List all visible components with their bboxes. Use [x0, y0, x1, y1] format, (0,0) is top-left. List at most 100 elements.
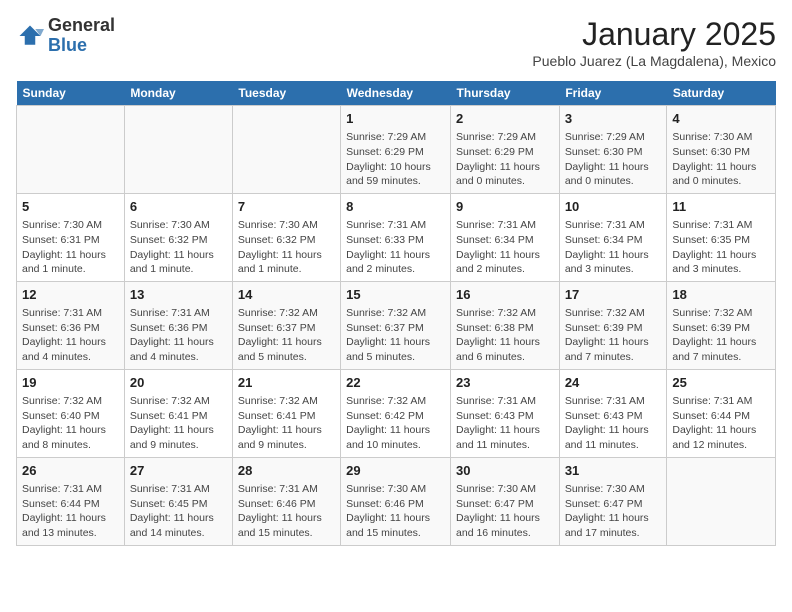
calendar-cell: 26 Sunrise: 7:31 AM Sunset: 6:44 PM Dayli… — [17, 457, 125, 545]
calendar-cell: 17 Sunrise: 7:32 AM Sunset: 6:39 PM Dayli… — [559, 281, 667, 369]
day-info: Sunrise: 7:30 AM Sunset: 6:47 PM Dayligh… — [565, 482, 662, 541]
day-info: Sunrise: 7:31 AM Sunset: 6:44 PM Dayligh… — [672, 394, 770, 453]
calendar-week: 26 Sunrise: 7:31 AM Sunset: 6:44 PM Dayli… — [17, 457, 776, 545]
day-info: Sunrise: 7:31 AM Sunset: 6:46 PM Dayligh… — [238, 482, 335, 541]
day-info: Sunrise: 7:31 AM Sunset: 6:33 PM Dayligh… — [346, 218, 445, 277]
day-info: Sunrise: 7:32 AM Sunset: 6:40 PM Dayligh… — [22, 394, 119, 453]
calendar-cell: 6 Sunrise: 7:30 AM Sunset: 6:32 PM Daylig… — [124, 193, 232, 281]
day-info: Sunrise: 7:32 AM Sunset: 6:37 PM Dayligh… — [238, 306, 335, 365]
calendar-cell: 29 Sunrise: 7:30 AM Sunset: 6:46 PM Dayli… — [341, 457, 451, 545]
day-info: Sunrise: 7:31 AM Sunset: 6:45 PM Dayligh… — [130, 482, 227, 541]
day-number: 14 — [238, 286, 335, 304]
logo-general: General — [48, 16, 115, 36]
day-number: 20 — [130, 374, 227, 392]
day-number: 31 — [565, 462, 662, 480]
calendar-cell: 9 Sunrise: 7:31 AM Sunset: 6:34 PM Daylig… — [451, 193, 560, 281]
day-info: Sunrise: 7:32 AM Sunset: 6:41 PM Dayligh… — [238, 394, 335, 453]
day-info: Sunrise: 7:30 AM Sunset: 6:47 PM Dayligh… — [456, 482, 554, 541]
day-number: 3 — [565, 110, 662, 128]
day-info: Sunrise: 7:31 AM Sunset: 6:44 PM Dayligh… — [22, 482, 119, 541]
day-number: 10 — [565, 198, 662, 216]
day-info: Sunrise: 7:29 AM Sunset: 6:29 PM Dayligh… — [346, 130, 445, 189]
calendar-subtitle: Pueblo Juarez (La Magdalena), Mexico — [532, 53, 776, 69]
calendar-cell: 25Sunrise: 7:31 AM Sunset: 6:44 PM Dayli… — [667, 369, 776, 457]
calendar-cell: 18 Sunrise: 7:32 AM Sunset: 6:39 PM Dayli… — [667, 281, 776, 369]
day-info: Sunrise: 7:31 AM Sunset: 6:43 PM Dayligh… — [565, 394, 662, 453]
calendar-cell: 11Sunrise: 7:31 AM Sunset: 6:35 PM Dayli… — [667, 193, 776, 281]
day-number: 26 — [22, 462, 119, 480]
day-info: Sunrise: 7:32 AM Sunset: 6:39 PM Dayligh… — [565, 306, 662, 365]
day-number: 29 — [346, 462, 445, 480]
calendar-cell: 23 Sunrise: 7:31 AM Sunset: 6:43 PM Dayli… — [451, 369, 560, 457]
day-info: Sunrise: 7:29 AM Sunset: 6:29 PM Dayligh… — [456, 130, 554, 189]
day-number: 22 — [346, 374, 445, 392]
header-day: Saturday — [667, 81, 776, 106]
day-number: 17 — [565, 286, 662, 304]
calendar-cell: 12Sunrise: 7:31 AM Sunset: 6:36 PM Dayli… — [17, 281, 125, 369]
header-day: Monday — [124, 81, 232, 106]
day-number: 9 — [456, 198, 554, 216]
page-header: General Blue January 2025 Pueblo Juarez … — [16, 16, 776, 69]
calendar-cell — [124, 106, 232, 194]
day-info: Sunrise: 7:32 AM Sunset: 6:42 PM Dayligh… — [346, 394, 445, 453]
day-number: 23 — [456, 374, 554, 392]
title-block: January 2025 Pueblo Juarez (La Magdalena… — [532, 16, 776, 69]
day-info: Sunrise: 7:31 AM Sunset: 6:34 PM Dayligh… — [456, 218, 554, 277]
day-number: 27 — [130, 462, 227, 480]
calendar-cell: 21 Sunrise: 7:32 AM Sunset: 6:41 PM Dayli… — [232, 369, 340, 457]
day-number: 16 — [456, 286, 554, 304]
day-number: 8 — [346, 198, 445, 216]
logo-icon — [16, 22, 44, 50]
day-info: Sunrise: 7:31 AM Sunset: 6:43 PM Dayligh… — [456, 394, 554, 453]
day-info: Sunrise: 7:30 AM Sunset: 6:32 PM Dayligh… — [238, 218, 335, 277]
calendar-cell: 2Sunrise: 7:29 AM Sunset: 6:29 PM Daylig… — [451, 106, 560, 194]
day-info: Sunrise: 7:31 AM Sunset: 6:36 PM Dayligh… — [22, 306, 119, 365]
calendar-cell: 13 Sunrise: 7:31 AM Sunset: 6:36 PM Dayli… — [124, 281, 232, 369]
calendar-cell: 5 Sunrise: 7:30 AM Sunset: 6:31 PM Daylig… — [17, 193, 125, 281]
day-number: 30 — [456, 462, 554, 480]
day-info: Sunrise: 7:32 AM Sunset: 6:37 PM Dayligh… — [346, 306, 445, 365]
day-number: 4 — [672, 110, 770, 128]
logo-blue: Blue — [48, 36, 115, 56]
day-number: 6 — [130, 198, 227, 216]
day-info: Sunrise: 7:29 AM Sunset: 6:30 PM Dayligh… — [565, 130, 662, 189]
calendar-cell: 7Sunrise: 7:30 AM Sunset: 6:32 PM Daylig… — [232, 193, 340, 281]
day-info: Sunrise: 7:30 AM Sunset: 6:31 PM Dayligh… — [22, 218, 119, 277]
calendar-cell: 1 Sunrise: 7:29 AM Sunset: 6:29 PM Daylig… — [341, 106, 451, 194]
day-info: Sunrise: 7:30 AM Sunset: 6:46 PM Dayligh… — [346, 482, 445, 541]
calendar-cell — [17, 106, 125, 194]
calendar-cell: 30 Sunrise: 7:30 AM Sunset: 6:47 PM Dayli… — [451, 457, 560, 545]
calendar-week: 1 Sunrise: 7:29 AM Sunset: 6:29 PM Daylig… — [17, 106, 776, 194]
calendar-header: SundayMondayTuesdayWednesdayThursdayFrid… — [17, 81, 776, 106]
day-info: Sunrise: 7:30 AM Sunset: 6:32 PM Dayligh… — [130, 218, 227, 277]
logo-text: General Blue — [48, 16, 115, 56]
day-info: Sunrise: 7:31 AM Sunset: 6:36 PM Dayligh… — [130, 306, 227, 365]
day-number: 5 — [22, 198, 119, 216]
day-number: 1 — [346, 110, 445, 128]
day-number: 13 — [130, 286, 227, 304]
day-info: Sunrise: 7:31 AM Sunset: 6:35 PM Dayligh… — [672, 218, 770, 277]
calendar-cell: 15 Sunrise: 7:32 AM Sunset: 6:37 PM Dayli… — [341, 281, 451, 369]
calendar-cell: 28Sunrise: 7:31 AM Sunset: 6:46 PM Dayli… — [232, 457, 340, 545]
header-row: SundayMondayTuesdayWednesdayThursdayFrid… — [17, 81, 776, 106]
calendar-cell — [667, 457, 776, 545]
day-number: 18 — [672, 286, 770, 304]
calendar-cell: 14 Sunrise: 7:32 AM Sunset: 6:37 PM Dayli… — [232, 281, 340, 369]
calendar-week: 5 Sunrise: 7:30 AM Sunset: 6:31 PM Daylig… — [17, 193, 776, 281]
day-number: 19 — [22, 374, 119, 392]
day-info: Sunrise: 7:32 AM Sunset: 6:38 PM Dayligh… — [456, 306, 554, 365]
header-day: Sunday — [17, 81, 125, 106]
day-number: 15 — [346, 286, 445, 304]
calendar-week: 19 Sunrise: 7:32 AM Sunset: 6:40 PM Dayli… — [17, 369, 776, 457]
calendar-cell: 4Sunrise: 7:30 AM Sunset: 6:30 PM Daylig… — [667, 106, 776, 194]
calendar-week: 12Sunrise: 7:31 AM Sunset: 6:36 PM Dayli… — [17, 281, 776, 369]
day-number: 24 — [565, 374, 662, 392]
header-day: Wednesday — [341, 81, 451, 106]
calendar-cell: 8 Sunrise: 7:31 AM Sunset: 6:33 PM Daylig… — [341, 193, 451, 281]
calendar-title: January 2025 — [532, 16, 776, 53]
day-info: Sunrise: 7:32 AM Sunset: 6:39 PM Dayligh… — [672, 306, 770, 365]
day-number: 21 — [238, 374, 335, 392]
calendar-body: 1 Sunrise: 7:29 AM Sunset: 6:29 PM Daylig… — [17, 106, 776, 546]
calendar-cell: 31 Sunrise: 7:30 AM Sunset: 6:47 PM Dayli… — [559, 457, 667, 545]
calendar-cell: 24 Sunrise: 7:31 AM Sunset: 6:43 PM Dayli… — [559, 369, 667, 457]
